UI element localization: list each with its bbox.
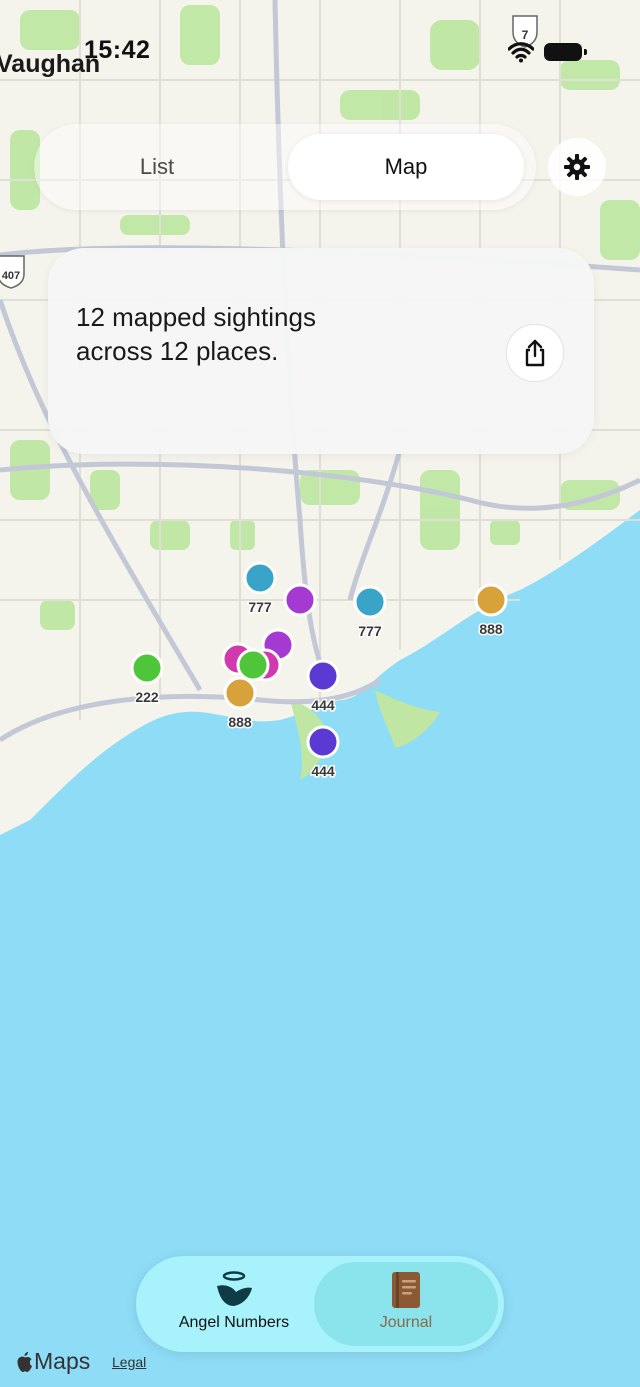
map-pin[interactable]: 444	[306, 725, 340, 781]
shield-407-label: 407	[2, 270, 20, 282]
tab-angel-numbers-label: Angel Numbers	[178, 1314, 290, 1331]
summary-text: 12 mapped sightings across 12 places.	[76, 302, 316, 366]
segment-map[interactable]: Map	[288, 134, 524, 200]
settings-button[interactable]	[548, 138, 606, 196]
map-pin-marker[interactable]	[283, 583, 317, 617]
map-pin-label: 222	[135, 689, 159, 705]
map-pin-label: 888	[479, 621, 503, 637]
tab-bar: Angel Numbers Journal	[136, 1256, 504, 1352]
map-pin[interactable]: 888	[474, 583, 508, 639]
journal-book-icon	[392, 1272, 420, 1308]
map-pin-marker[interactable]	[306, 725, 340, 759]
view-mode-segmented-control: List Map	[34, 124, 536, 210]
map-pin[interactable]	[236, 648, 270, 682]
map-pin-marker[interactable]	[474, 583, 508, 617]
map-pin-label: 777	[358, 623, 382, 639]
status-time: 15:42	[84, 36, 151, 64]
map-pin[interactable]: 444	[306, 659, 340, 715]
map-pin-marker[interactable]	[223, 676, 257, 710]
angel-wing-icon	[217, 1271, 252, 1306]
map-pin-marker[interactable]	[236, 648, 270, 682]
share-button[interactable]	[506, 324, 564, 382]
share-icon	[525, 339, 545, 367]
maps-brand-label: Maps	[34, 1348, 91, 1374]
legal-link[interactable]: Legal	[112, 1354, 146, 1370]
map-pin[interactable]: 777	[243, 561, 277, 617]
gear-icon	[564, 154, 590, 180]
map-pin-label: 888	[228, 714, 252, 730]
map-pin-marker[interactable]	[306, 659, 340, 693]
map-pin[interactable]: 777	[353, 585, 387, 641]
map-pin[interactable]: 222	[130, 651, 164, 707]
segment-list[interactable]: List	[44, 134, 270, 200]
tab-journal-label: Journal	[379, 1314, 433, 1331]
tab-journal[interactable]: Journal	[314, 1262, 498, 1346]
map-pin[interactable]	[283, 583, 317, 617]
map-pin-label: 444	[311, 763, 335, 779]
wifi-icon	[508, 42, 534, 63]
tab-angel-numbers[interactable]: Angel Numbers	[144, 1262, 324, 1346]
apple-logo-icon	[17, 1351, 32, 1372]
map-pin[interactable]: 888	[223, 676, 257, 732]
map-pin-label: 444	[311, 697, 335, 713]
map-pin-marker[interactable]	[243, 561, 277, 595]
map-pin-label: 777	[248, 599, 272, 615]
summary-card: 12 mapped sightings across 12 places.	[48, 248, 594, 454]
battery-icon	[544, 43, 587, 61]
map-pin-marker[interactable]	[353, 585, 387, 619]
apple-maps-attribution: Maps	[16, 1348, 90, 1375]
highway-shield-407: 407	[0, 255, 25, 289]
map-pin-marker[interactable]	[130, 651, 164, 685]
status-icons	[508, 40, 587, 64]
